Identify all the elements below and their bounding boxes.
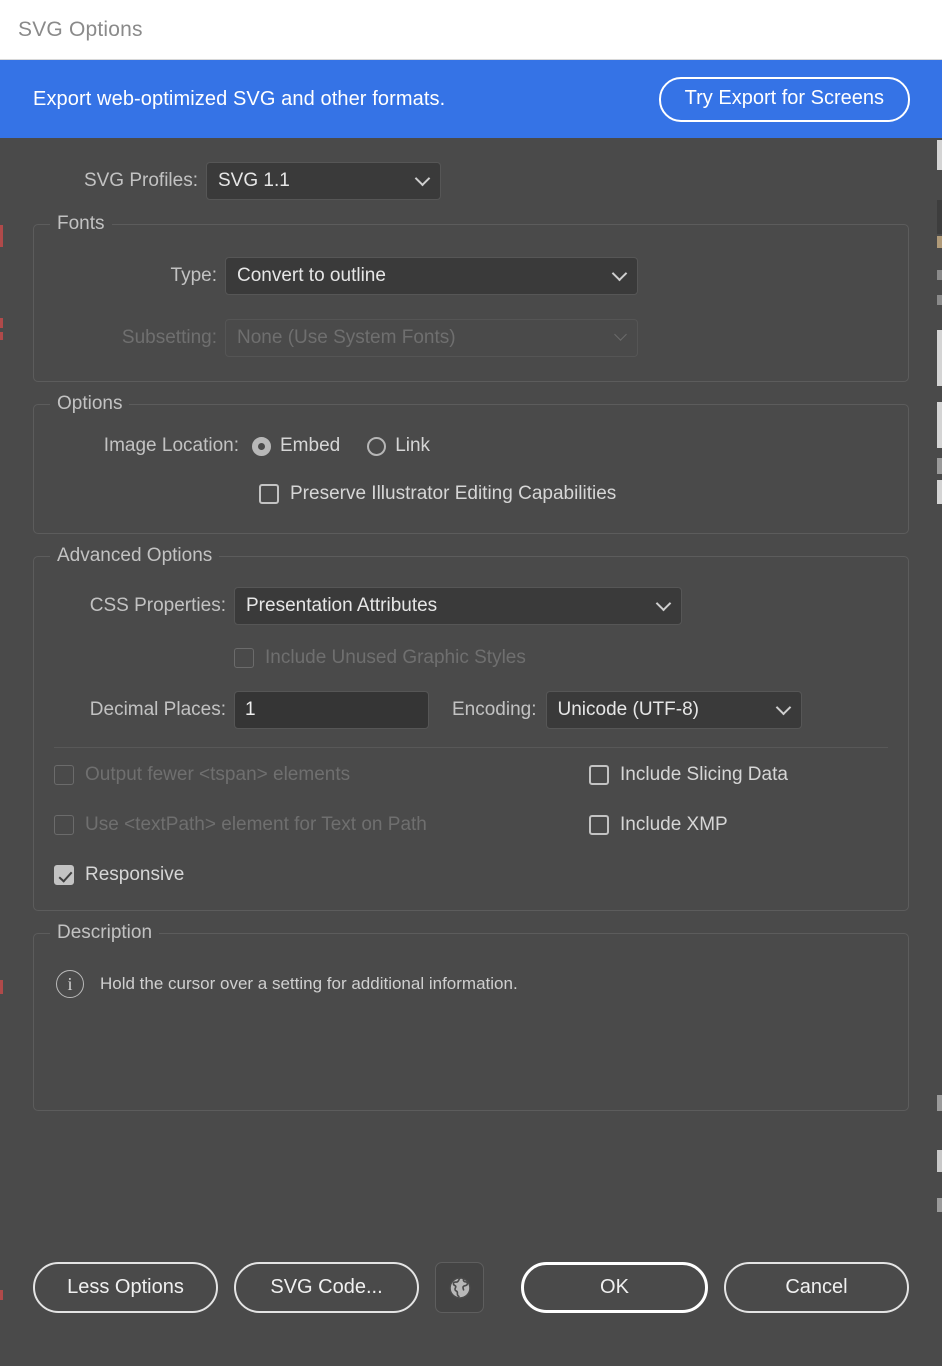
checkbox-indicator	[589, 815, 609, 835]
decimal-places-input[interactable]: 1	[234, 691, 429, 729]
radio-link[interactable]: Link	[367, 435, 430, 457]
dialog-title: SVG Options	[18, 17, 143, 41]
checkbox-indicator	[259, 484, 279, 504]
encoding-value: Unicode (UTF-8)	[557, 699, 699, 720]
advanced-checkboxes-left: Output fewer <tspan> elements Use <textP…	[54, 764, 589, 886]
left-edge-bleed	[0, 140, 3, 1366]
output-fewer-tspan-label: Output fewer <tspan> elements	[85, 764, 351, 785]
font-type-row: Type: Convert to outline	[54, 257, 888, 295]
responsive-label: Responsive	[85, 864, 185, 885]
promo-message: Export web-optimized SVG and other forma…	[33, 87, 446, 110]
css-properties-select[interactable]: Presentation Attributes	[234, 587, 682, 625]
use-textpath-label: Use <textPath> element for Text on Path	[85, 814, 427, 835]
svg-profiles-label: SVG Profiles:	[83, 170, 198, 191]
include-unused-graphic-styles-checkbox: Include Unused Graphic Styles	[234, 647, 526, 669]
ok-button[interactable]: OK	[521, 1262, 708, 1313]
css-properties-row: CSS Properties: Presentation Attributes	[54, 587, 888, 625]
dialog-titlebar: SVG Options	[0, 0, 942, 60]
advanced-options-group-legend: Advanced Options	[50, 545, 220, 567]
advanced-checkbox-columns: Output fewer <tspan> elements Use <textP…	[54, 764, 888, 886]
description-group: Description i Hold the cursor over a set…	[33, 922, 909, 1111]
description-group-legend: Description	[50, 922, 160, 944]
svg-profiles-value: SVG 1.1	[218, 170, 290, 191]
svg-options-dialog: SVG Options Export web-optimized SVG and…	[0, 0, 942, 1366]
radio-link-label: Link	[395, 435, 431, 456]
svg-profiles-select[interactable]: SVG 1.1	[206, 162, 441, 200]
fonts-group-legend: Fonts	[50, 213, 112, 235]
decimal-encoding-row: Decimal Places: 1 Encoding: Unicode (UTF…	[54, 691, 888, 729]
chevron-down-icon	[414, 170, 431, 187]
checkbox-indicator	[234, 648, 254, 668]
font-subsetting-row: Subsetting: None (Use System Fonts)	[54, 319, 888, 357]
options-group: Options Image Location: Embed Link Prese…	[33, 393, 909, 534]
responsive-checkbox[interactable]: Responsive	[54, 864, 589, 886]
globe-icon-button[interactable]	[435, 1262, 484, 1313]
use-textpath-checkbox: Use <textPath> element for Text on Path	[54, 814, 589, 836]
radio-embed-indicator	[252, 436, 271, 456]
image-location-label: Image Location:	[103, 435, 239, 456]
try-export-for-screens-button[interactable]: Try Export for Screens	[658, 76, 910, 122]
preserve-illustrator-editing-label: Preserve Illustrator Editing Capabilitie…	[290, 483, 617, 504]
svg-profiles-row: SVG Profiles: SVG 1.1	[33, 162, 909, 200]
description-text: Hold the cursor over a setting for addit…	[100, 974, 518, 993]
chevron-down-icon	[775, 699, 791, 716]
fonts-group: Fonts Type: Convert to outline Subsettin…	[33, 213, 909, 382]
font-subsetting-value: None (Use System Fonts)	[237, 327, 456, 348]
promo-banner: Export web-optimized SVG and other forma…	[0, 60, 942, 138]
chevron-down-icon	[655, 595, 672, 612]
radio-embed-label: Embed	[280, 435, 341, 456]
right-edge-bleed	[937, 140, 942, 1240]
encoding-label: Encoding:	[452, 699, 537, 720]
font-type-label: Type:	[170, 265, 217, 286]
checkbox-indicator	[54, 765, 74, 785]
decimal-places-label: Decimal Places:	[89, 699, 226, 720]
decimal-places-value: 1	[245, 699, 256, 720]
description-body: i Hold the cursor over a setting for add…	[54, 962, 888, 998]
include-xmp-label: Include XMP	[620, 814, 728, 835]
checkbox-indicator	[54, 815, 74, 835]
preserve-editing-row: Preserve Illustrator Editing Capabilitie…	[54, 483, 888, 505]
radio-embed[interactable]: Embed	[252, 435, 340, 457]
include-slicing-data-checkbox[interactable]: Include Slicing Data	[589, 764, 788, 786]
css-properties-label: CSS Properties:	[89, 595, 226, 616]
font-subsetting-label: Subsetting:	[121, 327, 217, 348]
include-xmp-checkbox[interactable]: Include XMP	[589, 814, 788, 836]
advanced-options-group: Advanced Options CSS Properties: Present…	[33, 545, 909, 911]
output-fewer-tspan-checkbox: Output fewer <tspan> elements	[54, 764, 589, 786]
include-unused-graphic-styles-row: Include Unused Graphic Styles	[54, 647, 888, 669]
image-location-row: Image Location: Embed Link	[54, 435, 888, 457]
dialog-footer: Less Options SVG Code... OK Cancel	[0, 1244, 942, 1366]
font-type-value: Convert to outline	[237, 265, 386, 286]
radio-link-indicator	[367, 436, 387, 456]
checkbox-indicator	[54, 865, 74, 885]
less-options-button[interactable]: Less Options	[33, 1262, 218, 1313]
chevron-down-icon	[614, 328, 627, 341]
svg-code-button[interactable]: SVG Code...	[234, 1262, 419, 1313]
info-icon: i	[56, 970, 84, 998]
advanced-checkboxes-right: Include Slicing Data Include XMP	[589, 764, 788, 886]
preserve-illustrator-editing-checkbox[interactable]: Preserve Illustrator Editing Capabilitie…	[259, 483, 616, 505]
advanced-options-divider	[54, 747, 888, 748]
chevron-down-icon	[611, 265, 628, 282]
cancel-button[interactable]: Cancel	[724, 1262, 909, 1313]
css-properties-value: Presentation Attributes	[246, 595, 438, 616]
checkbox-indicator	[589, 765, 609, 785]
font-subsetting-select: None (Use System Fonts)	[225, 319, 638, 357]
dialog-content: SVG Profiles: SVG 1.1 Fonts Type: Conver…	[0, 138, 942, 1111]
include-unused-graphic-styles-label: Include Unused Graphic Styles	[265, 647, 526, 668]
globe-icon	[448, 1276, 471, 1299]
options-group-legend: Options	[50, 393, 130, 415]
encoding-select[interactable]: Unicode (UTF-8)	[545, 691, 802, 729]
include-slicing-data-label: Include Slicing Data	[620, 764, 788, 785]
font-type-select[interactable]: Convert to outline	[225, 257, 638, 295]
